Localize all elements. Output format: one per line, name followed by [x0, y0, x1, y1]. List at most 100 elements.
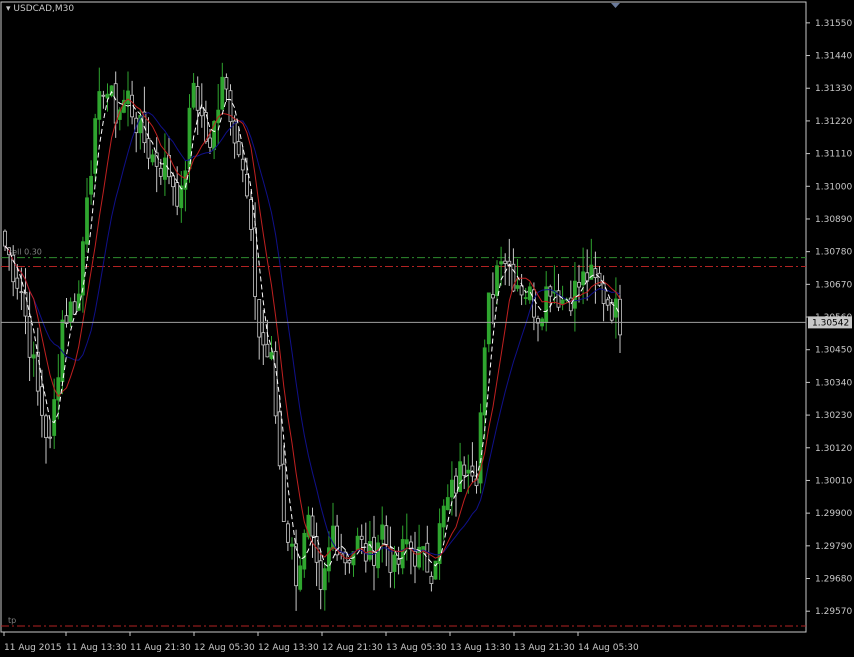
- candle-body: [548, 286, 553, 297]
- candle-body: [273, 350, 278, 417]
- candle-body: [482, 347, 487, 416]
- candle-body: [261, 332, 266, 346]
- x-tick-label: 14 Aug 05:30: [578, 643, 639, 653]
- candle-body: [380, 524, 385, 540]
- candle-body: [146, 138, 151, 159]
- candle-body: [240, 158, 245, 171]
- candle-body: [523, 297, 528, 299]
- y-tick-label: 1.31550: [815, 19, 852, 29]
- candle-body: [618, 298, 622, 336]
- candle-body: [171, 175, 176, 188]
- candle-body: [105, 93, 110, 99]
- candle-body: [175, 182, 180, 207]
- candle-body: [310, 515, 315, 537]
- ma-mid-line: [4, 98, 621, 559]
- candle-body: [162, 157, 167, 180]
- candle-body: [126, 90, 130, 105]
- x-tick-label: 13 Aug 13:30: [450, 643, 511, 653]
- candle-body: [581, 271, 585, 286]
- y-tick-label: 1.30670: [815, 280, 852, 290]
- candle-body: [265, 343, 270, 358]
- candle-body: [298, 565, 303, 590]
- plot-frame: [0, 1, 807, 633]
- y-tick-label: 1.31220: [815, 117, 852, 127]
- candle-body: [150, 154, 155, 163]
- candle-body: [376, 542, 381, 569]
- candle-body: [560, 299, 565, 304]
- candle-body: [195, 86, 200, 111]
- chart-root: ▾ USDCAD,M30 1.31550 1.31440 1.31330 1.3122…: [0, 0, 854, 657]
- candle-body: [573, 280, 577, 309]
- y-tick-label: 1.31440: [815, 52, 852, 62]
- ma-fast-line: [4, 90, 621, 568]
- candle-body: [52, 399, 57, 436]
- candle-body: [208, 137, 212, 148]
- candle-body: [322, 568, 327, 591]
- candle-body: [15, 277, 20, 289]
- y-tick-label: 1.30010: [815, 476, 852, 486]
- candle-body: [429, 575, 434, 584]
- candle-body: [40, 386, 44, 416]
- current-price-label: 1.30542: [812, 318, 849, 328]
- candle-body: [290, 543, 294, 547]
- candle-body: [113, 83, 118, 124]
- candle-body: [277, 411, 282, 467]
- candle-body: [499, 261, 504, 265]
- candle-body: [544, 286, 549, 323]
- candle-body: [236, 141, 241, 156]
- candle-body: [35, 351, 40, 392]
- candle-body: [154, 152, 159, 167]
- candle-body: [257, 299, 262, 338]
- x-tick-label: 12 Aug 13:30: [258, 643, 319, 653]
- candle-body: [93, 118, 98, 174]
- candle-body: [281, 463, 286, 522]
- candle-body: [490, 294, 495, 299]
- candle-body: [224, 77, 229, 90]
- candle-body: [347, 560, 352, 564]
- y-tick-label: 1.29900: [815, 509, 852, 519]
- candle-body: [318, 560, 323, 590]
- candle-body: [97, 91, 102, 120]
- candle-body: [101, 94, 106, 97]
- y-tick-label: 1.30780: [815, 248, 852, 258]
- candle-body: [285, 523, 290, 543]
- y-tick-label: 1.31110: [815, 150, 852, 160]
- y-tick-label: 1.29680: [815, 575, 852, 585]
- level-label-tp: tp: [8, 616, 16, 625]
- x-tick-label: 12 Aug 21:30: [322, 643, 383, 653]
- y-tick-label: 1.31330: [815, 84, 852, 94]
- y-tick-label: 1.29570: [815, 607, 852, 617]
- y-tick-label: 1.30120: [815, 444, 852, 454]
- y-tick-label: 1.30450: [815, 346, 852, 356]
- x-tick-label: 11 Aug 21:30: [130, 643, 191, 653]
- y-tick-label: 1.30340: [815, 378, 852, 388]
- candle-body: [462, 464, 467, 476]
- candle-body: [495, 265, 499, 297]
- candle-body: [244, 173, 249, 197]
- candle-body: [191, 82, 196, 108]
- candle-body: [597, 272, 602, 286]
- candle-body: [44, 415, 48, 439]
- candle-body: [23, 291, 28, 317]
- candle-body: [532, 289, 536, 318]
- candle-body: [486, 292, 491, 345]
- candle-body: [355, 535, 360, 551]
- shift-marker-icon: [611, 3, 620, 8]
- candle-body: [392, 554, 397, 572]
- candle-body: [593, 268, 598, 278]
- candle-body: [3, 230, 7, 247]
- ma-slow-line: [4, 112, 621, 556]
- candle-body: [19, 291, 24, 294]
- candle-body: [400, 539, 405, 569]
- candle-body: [68, 301, 73, 323]
- candle-body: [425, 542, 430, 573]
- candle-body: [89, 175, 93, 195]
- x-tick-label: 11 Aug 13:30: [66, 643, 127, 653]
- y-tick-label: 1.30890: [815, 215, 852, 225]
- candle-body: [220, 76, 225, 110]
- candle-body: [158, 167, 163, 177]
- candle-body: [441, 505, 446, 528]
- price-chart[interactable]: 1.31550 1.31440 1.31330 1.31220 1.31110 1.310…: [0, 0, 854, 657]
- candle-body: [269, 352, 274, 359]
- candle-body: [445, 497, 450, 511]
